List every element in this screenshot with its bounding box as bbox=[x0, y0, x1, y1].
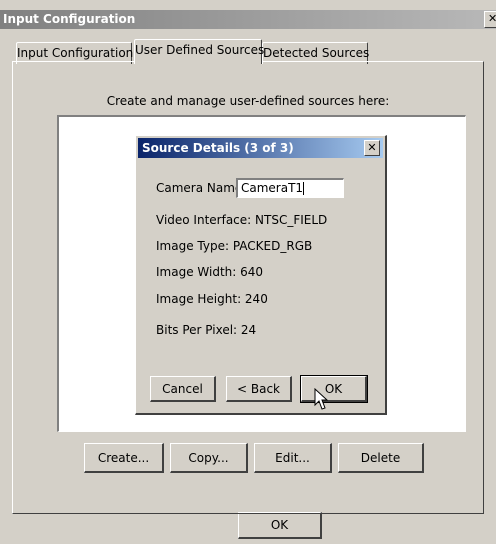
tab-panel bbox=[12, 61, 484, 514]
tab-label: Input Configuration bbox=[17, 46, 134, 60]
mouse-pointer-icon bbox=[314, 388, 329, 410]
ok-button[interactable]: OK bbox=[238, 512, 322, 539]
tab-user-defined-sources[interactable]: User Defined Sources bbox=[134, 39, 265, 64]
close-icon: ✕ bbox=[488, 12, 496, 25]
window-title: Input Configuration bbox=[3, 12, 136, 26]
tab-label: Detected Sources bbox=[263, 46, 370, 60]
tab-label: User Defined Sources bbox=[135, 43, 265, 57]
window-close-button[interactable]: ✕ bbox=[484, 11, 496, 28]
input-configuration-window: Input Configuration ✕ Input Configuratio… bbox=[0, 0, 496, 544]
window-titlebar: Input Configuration ✕ bbox=[0, 10, 496, 29]
